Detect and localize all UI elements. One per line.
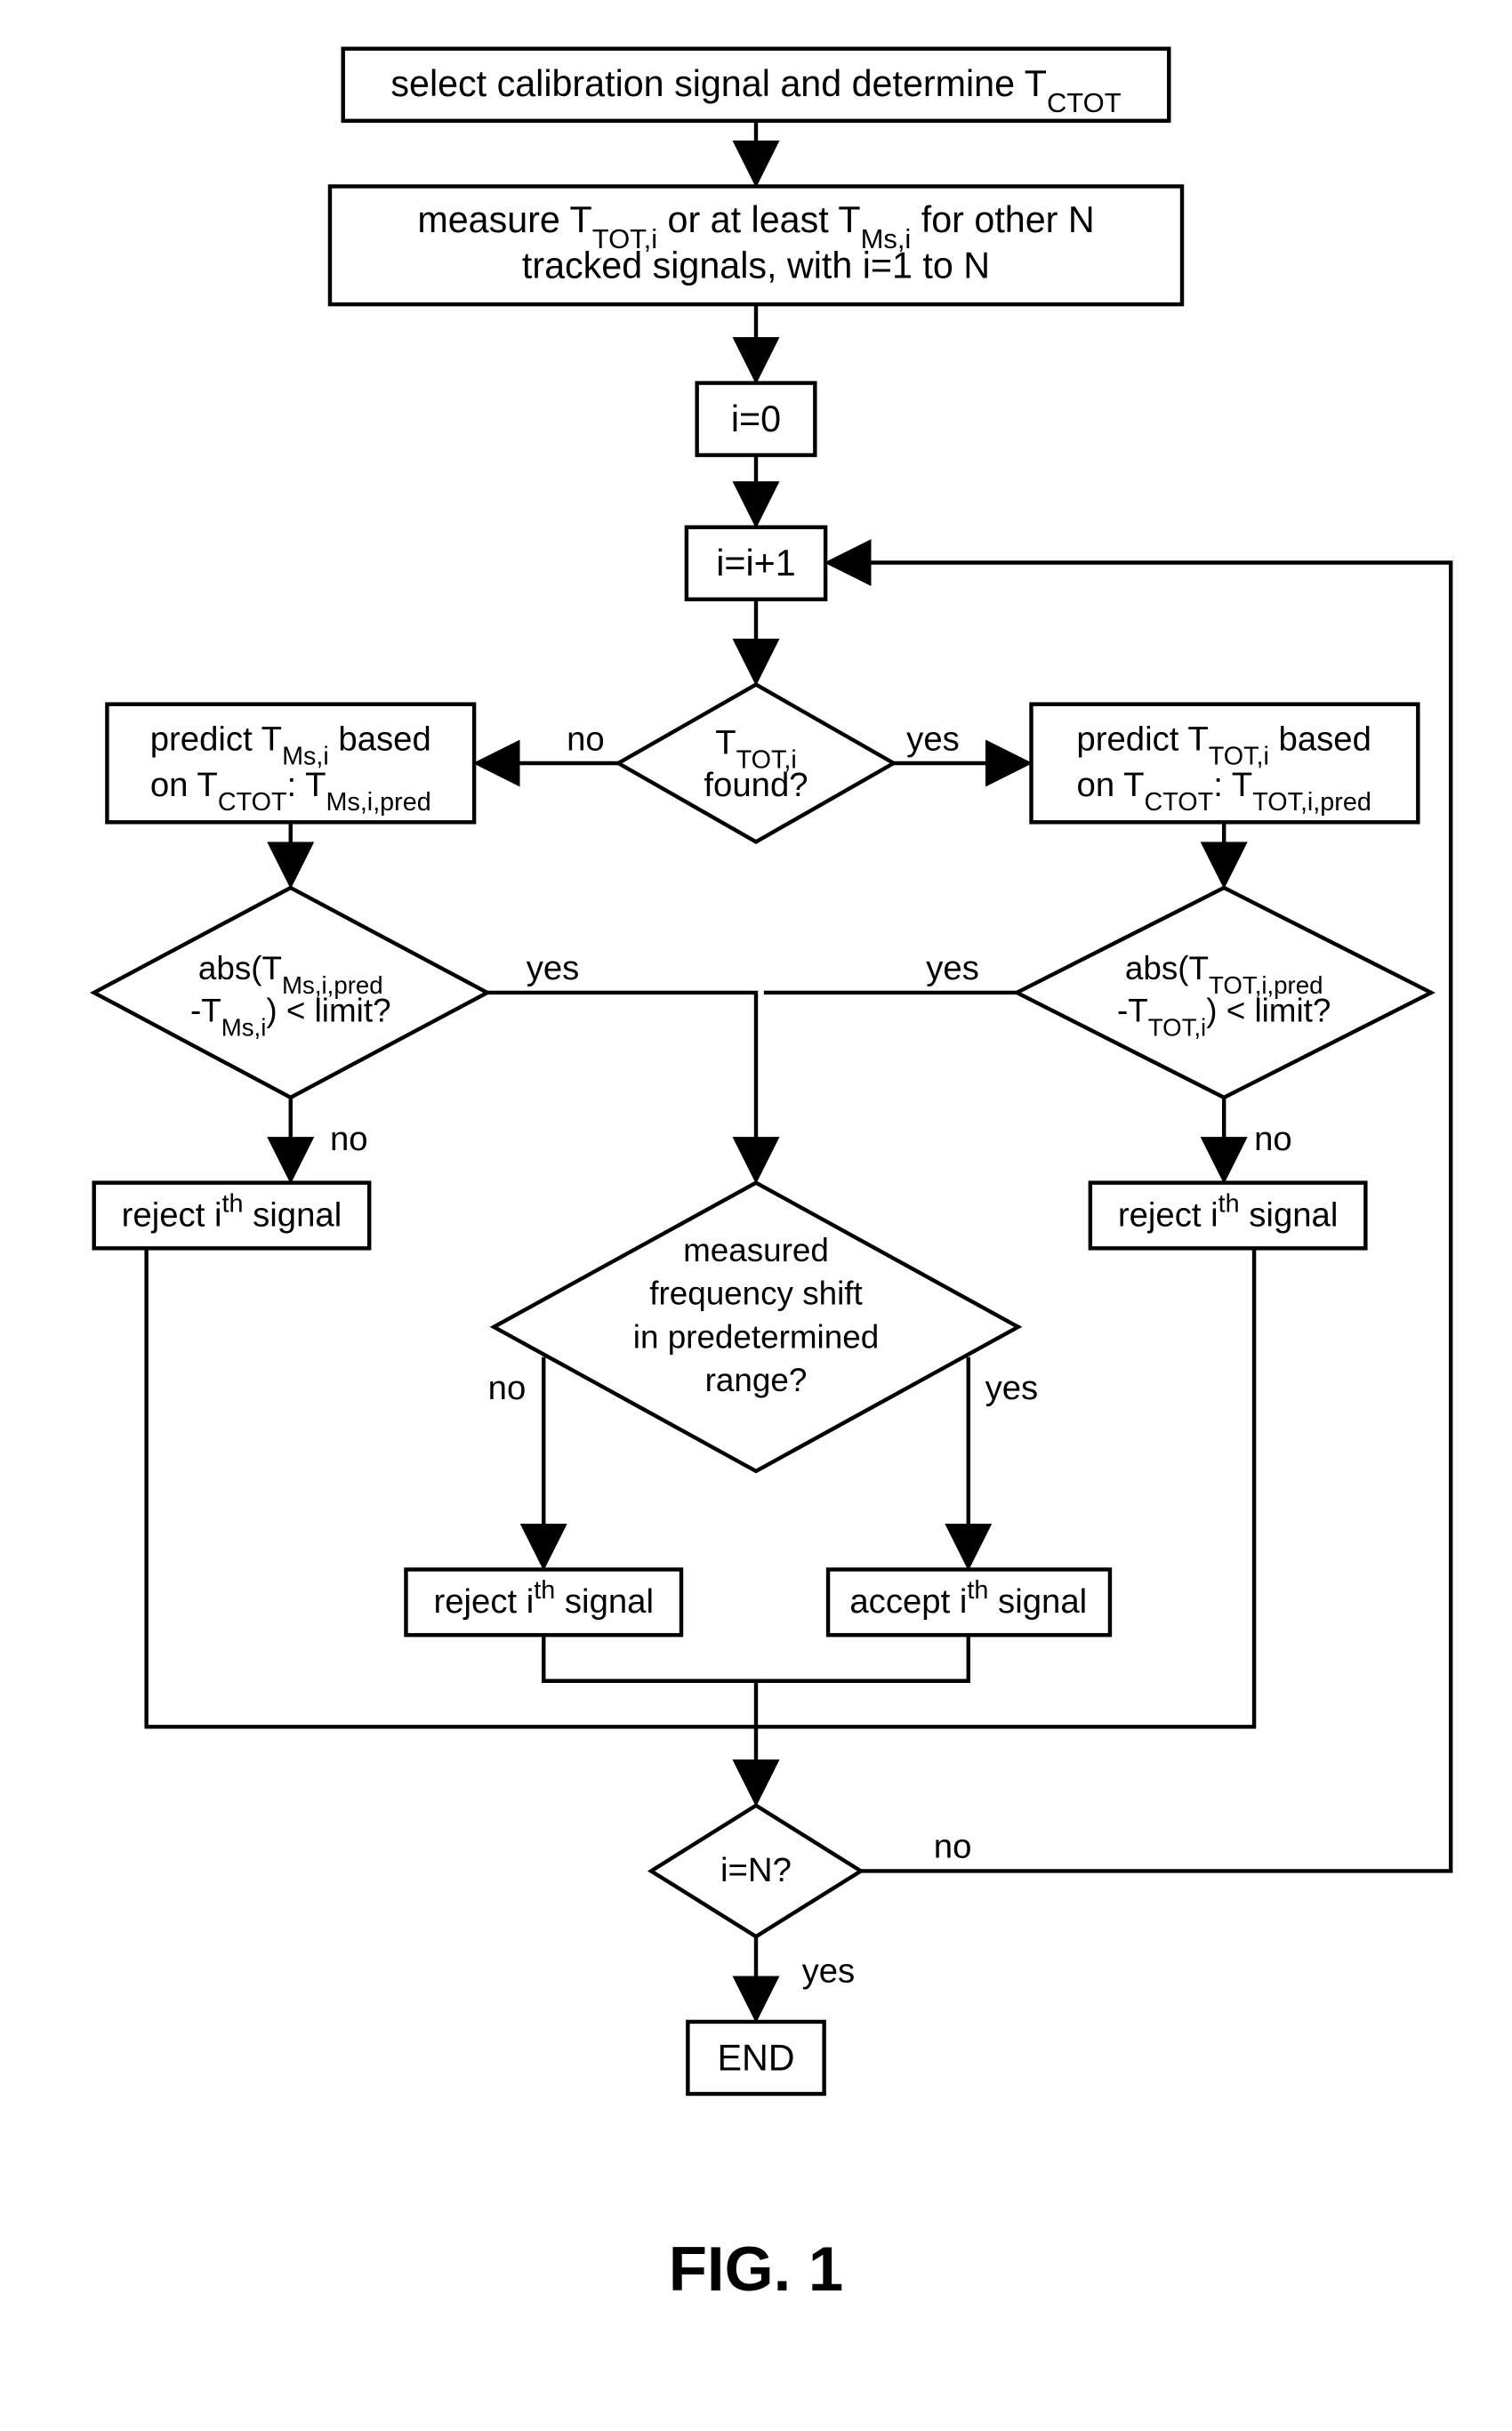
text-increment: i=i+1	[716, 543, 795, 584]
text-freq-l2: frequency shift	[649, 1276, 863, 1312]
arrow	[487, 993, 756, 1176]
label-no: no	[488, 1369, 527, 1407]
label-yes: yes	[802, 1952, 856, 1991]
label-yes: yes	[906, 720, 960, 758]
text-measure-line2: tracked signals, with i=1 to N	[522, 246, 990, 286]
flowchart: select calibration signal and determine …	[27, 36, 1485, 2395]
label-yes: yes	[527, 949, 580, 987]
arrow	[543, 1635, 969, 1681]
label-no: no	[1254, 1120, 1292, 1158]
label-no: no	[330, 1120, 368, 1158]
label-no: no	[567, 720, 605, 758]
text-freq-l3: in predetermined	[633, 1318, 879, 1355]
text-isN: i=N?	[720, 1851, 792, 1889]
text-found-line2: found?	[704, 766, 808, 804]
label-no: no	[934, 1828, 972, 1866]
figure-label: FIG. 1	[669, 2234, 844, 2304]
text-end: END	[717, 2037, 794, 2078]
label-yes: yes	[985, 1369, 1039, 1407]
text-init: i=0	[731, 398, 781, 439]
text-freq-l4: range?	[705, 1362, 808, 1398]
label-yes: yes	[926, 949, 979, 987]
text-freq-l1: measured	[683, 1232, 829, 1268]
